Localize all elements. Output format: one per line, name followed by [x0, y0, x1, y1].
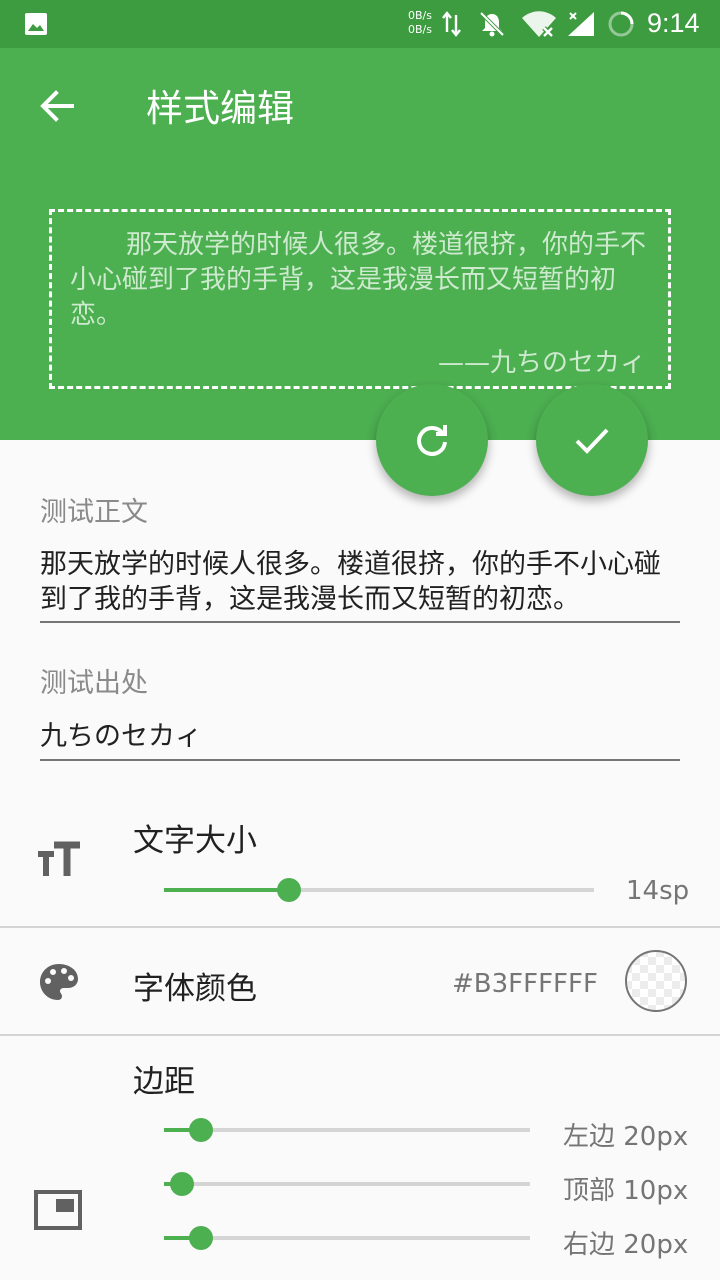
style-preview: 那天放学的时候人很多。楼道很挤，你的手不小心碰到了我的手背，这是我漫长而又短暂的… — [49, 209, 671, 389]
slider-track — [164, 1128, 530, 1132]
top-margin-slider[interactable] — [164, 1170, 530, 1198]
arrow-back-icon — [40, 90, 74, 122]
back-button[interactable] — [30, 78, 86, 134]
image-notification-icon — [25, 13, 47, 35]
notifications-off-icon — [479, 11, 505, 37]
body-label: 测试正文 — [40, 497, 148, 528]
network-speed: 0B/s 0B/s — [408, 9, 432, 36]
refresh-icon — [417, 425, 447, 456]
font-size-slider[interactable] — [164, 876, 594, 904]
font-size-value: 14sp — [626, 876, 690, 906]
status-bar: 0B/s 0B/s 9:14 — [0, 0, 720, 48]
right-margin-slider[interactable] — [164, 1224, 530, 1252]
slider-thumb[interactable] — [188, 1226, 213, 1250]
font-size-title: 文字大小 — [133, 823, 257, 859]
left-margin-value: 左边 20px — [563, 1122, 689, 1152]
divider — [0, 926, 720, 928]
check-icon — [575, 428, 609, 454]
confirm-button[interactable] — [536, 384, 648, 496]
slider-thumb[interactable] — [276, 878, 301, 902]
divider — [0, 1034, 720, 1036]
preview-text: 那天放学的时候人很多。楼道很挤，你的手不小心碰到了我的手背，这是我漫长而又短暂的… — [70, 230, 647, 330]
app-bar: 样式编辑 那天放学的时候人很多。楼道很挤，你的手不小心碰到了我的手背，这是我漫长… — [0, 48, 720, 440]
font-color-title: 字体颜色 — [133, 971, 257, 1007]
source-label: 测试出处 — [40, 668, 148, 699]
data-transfer-icon — [442, 11, 461, 37]
slider-track — [164, 1182, 530, 1186]
slider-track — [164, 1236, 530, 1240]
source-input[interactable]: 九ちのセカィ — [40, 719, 680, 761]
left-margin-slider[interactable] — [164, 1116, 530, 1144]
page-title: 样式编辑 — [146, 87, 294, 130]
color-swatch-button[interactable] — [624, 949, 688, 1013]
slider-fill — [164, 888, 289, 892]
cell-signal-icon — [568, 12, 594, 36]
right-margin-value: 右边 20px — [563, 1230, 689, 1260]
battery-icon — [608, 11, 634, 37]
slider-thumb[interactable] — [188, 1118, 213, 1142]
top-margin-value: 顶部 10px — [563, 1176, 689, 1206]
reset-button[interactable] — [376, 384, 488, 496]
preview-source: ——九ちのセカィ — [437, 348, 646, 378]
slider-thumb[interactable] — [170, 1172, 195, 1196]
font-color-value: #B3FFFFFF — [452, 969, 598, 999]
text-size-icon — [38, 841, 80, 876]
body-input[interactable]: 那天放学的时候人很多。楼道很挤，你的手不小心碰到了我的手背，这是我漫长而又短暂的… — [40, 547, 680, 623]
clock: 9:14 — [647, 8, 700, 38]
palette-icon — [40, 964, 78, 1000]
margins-title: 边距 — [133, 1064, 195, 1100]
wifi-off-icon — [522, 11, 556, 38]
picture-in-picture-icon — [34, 1190, 82, 1230]
